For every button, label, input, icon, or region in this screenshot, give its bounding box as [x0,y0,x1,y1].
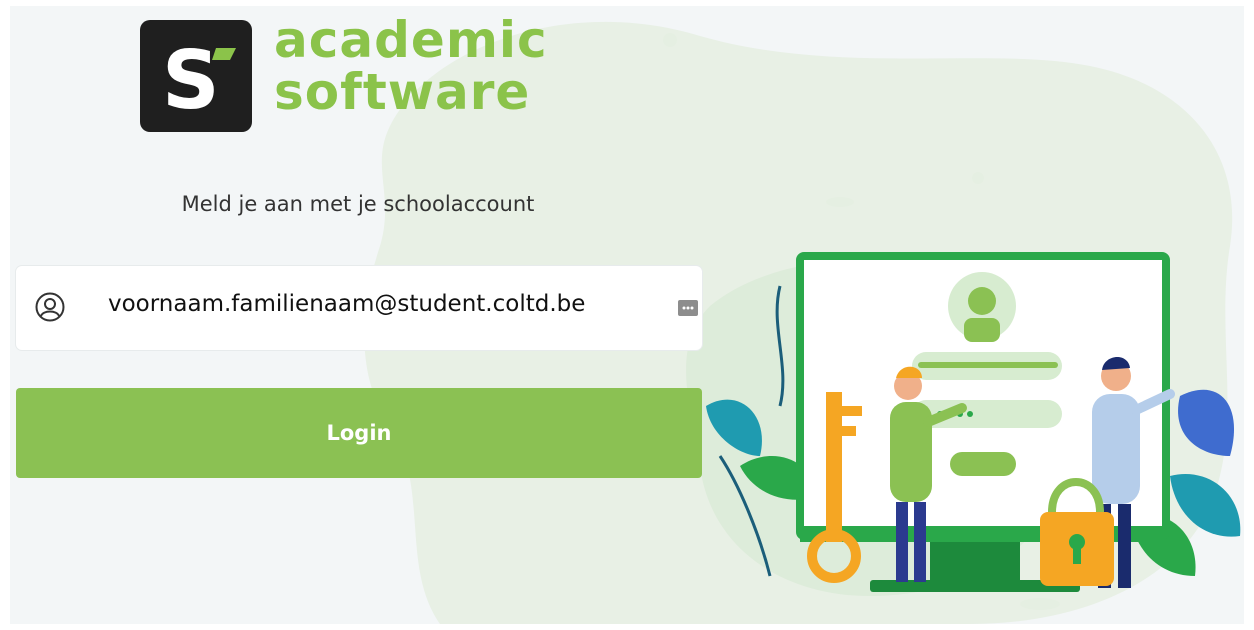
login-canvas: S academic software Meld je aan met je s… [10,6,1244,624]
login-illustration [706,252,1241,592]
brand-logo: S academic software [140,14,580,134]
logo-mark: S [140,20,252,132]
logo-mark-letter: S [162,34,220,127]
brand-name: academic software [274,14,548,118]
username-field[interactable]: voornaam.familienaam@student.coltd.be [16,266,702,350]
username-input[interactable]: voornaam.familienaam@student.coltd.be [108,286,585,322]
login-page: S academic software Meld je aan met je s… [0,0,1254,630]
brand-name-line2: software [274,63,531,121]
login-button[interactable]: Login [16,388,702,478]
password-manager-icon[interactable] [678,300,698,316]
brand-name-line1: academic [274,11,548,69]
login-prompt: Meld je aan met je schoolaccount [181,192,535,216]
logo-s-icon: S [162,34,236,127]
user-circle-icon [35,292,65,322]
leaf-shape [706,399,762,456]
